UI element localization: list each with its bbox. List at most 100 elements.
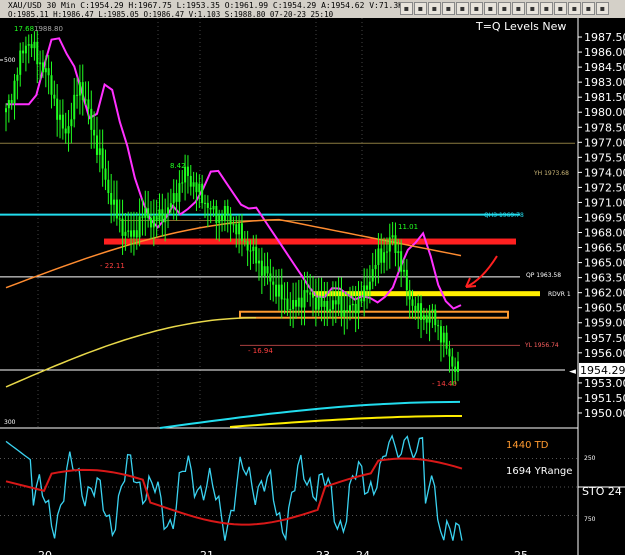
price-bar-body	[76, 94, 79, 96]
price-bar-body	[297, 297, 300, 307]
y-tick-label: 1966.50	[584, 242, 625, 255]
price-bar-body	[329, 309, 332, 312]
price-bar-body	[397, 251, 400, 254]
x-tick-label: 23	[316, 549, 330, 555]
price-bar-body	[334, 300, 337, 305]
price-bar-body	[16, 74, 19, 81]
price-bar-body	[10, 99, 13, 104]
price-bar-body	[363, 285, 366, 302]
price-bar-body	[360, 298, 363, 302]
price-bar-body	[39, 62, 42, 65]
price-bar-body	[232, 224, 235, 226]
price-bar-body	[385, 251, 388, 253]
yl-label: YL 1956.74	[524, 342, 559, 349]
price-bar-body	[135, 230, 138, 238]
price-bar-body	[457, 361, 459, 373]
price-bar-body	[90, 108, 93, 130]
chart-icon[interactable]: ▪	[428, 2, 441, 15]
price-bar-body	[221, 215, 224, 221]
tag-icon[interactable]: ▪	[554, 2, 567, 15]
price-bar-body	[377, 248, 380, 265]
current-price-marker: ◄	[569, 367, 576, 377]
y-tick-label: 1969.50	[584, 211, 625, 224]
price-bar-body	[206, 202, 209, 208]
price-bar-body	[258, 260, 261, 264]
circle-icon[interactable]: ▪	[526, 2, 539, 15]
price-bar-body	[158, 209, 161, 222]
price-bars	[5, 30, 459, 386]
price-bar-body	[27, 44, 30, 46]
y-tick-label: 1986.00	[584, 46, 625, 59]
y-tick-label: 1953.00	[584, 377, 625, 390]
price-bar-body	[431, 309, 434, 312]
price-bar-body	[283, 298, 286, 300]
price-bar-body	[414, 305, 417, 312]
ma-cyan-line	[159, 400, 461, 429]
price-bar-body	[155, 216, 158, 222]
price-bar-body	[84, 99, 87, 101]
drop-icon[interactable]: ▪	[582, 2, 595, 15]
current-price-label: 1954.29	[580, 364, 625, 377]
price-bar-body	[434, 309, 437, 326]
td-label: 1440 TD	[506, 440, 549, 451]
pen-icon[interactable]: ▪	[442, 2, 455, 15]
price-bar-body	[402, 269, 405, 272]
y-tick-label: 1983.00	[584, 76, 625, 89]
price-bar-body	[192, 182, 195, 187]
price-bar-body	[445, 332, 448, 349]
price-bar-body	[98, 148, 101, 155]
line-icon[interactable]: ▪	[414, 2, 427, 15]
close-icon[interactable]: ▪	[596, 2, 609, 15]
annotations: T=Q Levels New 17.68 1988.80 8.42 11.01 - 22.…	[0, 20, 571, 426]
price-bar-body	[152, 216, 155, 228]
price-bar-body	[73, 94, 76, 120]
price-bar-body	[303, 290, 306, 308]
ma-yellow-bottom-line	[229, 415, 462, 428]
grid-icon[interactable]: ▪	[400, 2, 413, 15]
bars-icon[interactable]: ▪	[456, 2, 469, 15]
price-bar-body	[81, 82, 84, 101]
price-bar-body	[400, 251, 403, 272]
price-bar-body	[218, 215, 221, 223]
price-bar-body	[235, 224, 238, 235]
price-bar-body	[269, 273, 272, 282]
price-bar-body	[317, 296, 320, 310]
price-bar-body	[5, 108, 7, 113]
price-bar-body	[286, 298, 289, 310]
chart-title: T=Q Levels New	[475, 20, 566, 33]
price-bar-body	[132, 230, 135, 237]
red-zone	[104, 238, 516, 245]
price-bar-body	[374, 264, 377, 270]
price-bar-body	[300, 297, 303, 308]
cross-icon[interactable]: ▪	[568, 2, 581, 15]
y-tick-label: 1984.50	[584, 61, 625, 74]
price-bar-body	[195, 182, 198, 193]
price-bar-body	[437, 325, 440, 327]
price-bar-body	[167, 207, 170, 214]
price-bar-body	[101, 148, 104, 169]
price-bar-body	[240, 223, 243, 241]
price-bar-body	[394, 235, 397, 254]
price-bar-body	[44, 68, 47, 73]
price-bar-body	[320, 296, 323, 307]
price-bar-body	[388, 237, 391, 252]
trend-icon[interactable]: ▪	[512, 2, 525, 15]
y-tick-label: 1959.00	[584, 317, 625, 330]
price-bar-body	[348, 305, 351, 312]
price-bar-body	[56, 98, 59, 120]
swing-label: - 14.40	[432, 380, 457, 388]
price-bar-body	[203, 202, 206, 204]
price-bar-body	[201, 183, 204, 204]
price-bar-body	[326, 300, 329, 312]
high-left-label: 17.68	[14, 25, 34, 33]
target-icon[interactable]: ▪	[484, 2, 497, 15]
price-bar-body	[417, 303, 420, 312]
sheet-icon[interactable]: ▪	[498, 2, 511, 15]
price-bar-body	[314, 297, 317, 310]
candles-icon[interactable]: ▪	[470, 2, 483, 15]
price-bar-body	[255, 246, 258, 264]
high-top-label: 1988.80	[34, 25, 63, 33]
price-bar-body	[451, 356, 454, 367]
y-tick-label: 1975.50	[584, 151, 625, 164]
arrow-icon[interactable]: ▪	[540, 2, 553, 15]
